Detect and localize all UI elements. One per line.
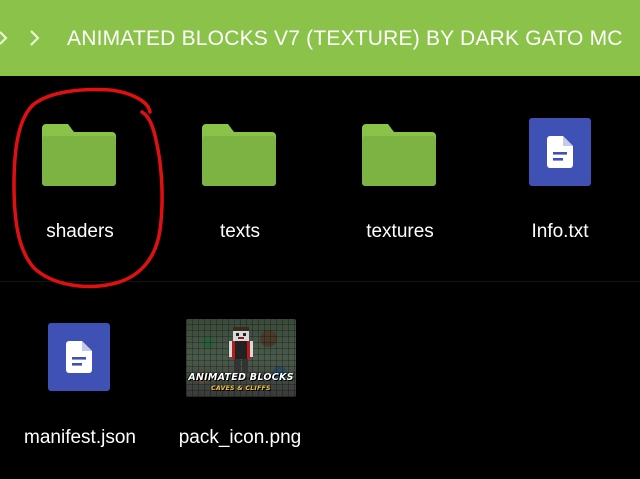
file-name: textures xyxy=(366,221,434,242)
path-header: ANIMATED BLOCKS V7 (TEXTURE) BY DARK GAT… xyxy=(0,0,640,76)
character-figure xyxy=(229,327,253,373)
file-name: pack_icon.png xyxy=(178,427,302,448)
breadcrumb-current-folder[interactable]: ANIMATED BLOCKS V7 (TEXTURE) BY DARK GAT… xyxy=(67,25,623,53)
row-divider xyxy=(0,281,640,282)
folder-icon xyxy=(42,124,116,186)
thumbnail-subtitle: CAVES & CLIFFS xyxy=(211,385,271,392)
folder-icon xyxy=(202,124,276,186)
file-name: shaders xyxy=(46,221,114,242)
breadcrumb-chevron-icon xyxy=(30,30,40,46)
file-name: texts xyxy=(219,221,261,242)
document-icon xyxy=(529,118,591,186)
folder-icon xyxy=(362,124,436,186)
document-icon xyxy=(48,323,110,391)
image-thumbnail: ANIMATED BLOCKS CAVES & CLIFFS xyxy=(186,319,296,397)
file-name: manifest.json xyxy=(24,427,136,448)
thumbnail-title: ANIMATED BLOCKS xyxy=(188,372,294,383)
back-chevron-icon[interactable] xyxy=(0,26,10,50)
file-name: Info.txt xyxy=(531,221,589,242)
